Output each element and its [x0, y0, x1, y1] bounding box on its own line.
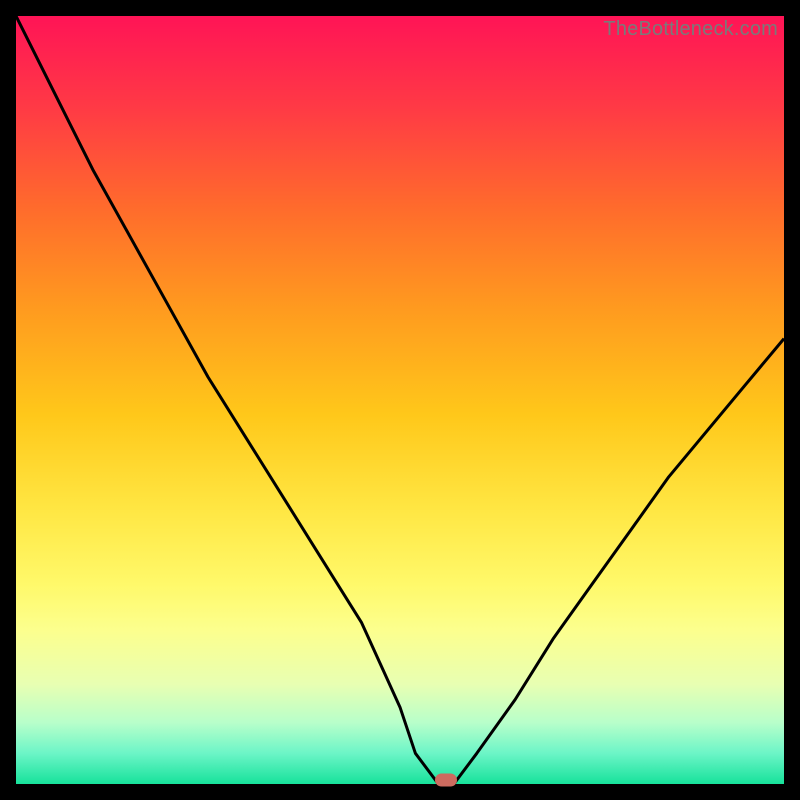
bottleneck-curve [16, 16, 784, 784]
optimal-point-marker [435, 774, 457, 787]
chart-frame: TheBottleneck.com [0, 0, 800, 800]
curve-path [16, 16, 784, 784]
plot-area: TheBottleneck.com [16, 16, 784, 784]
